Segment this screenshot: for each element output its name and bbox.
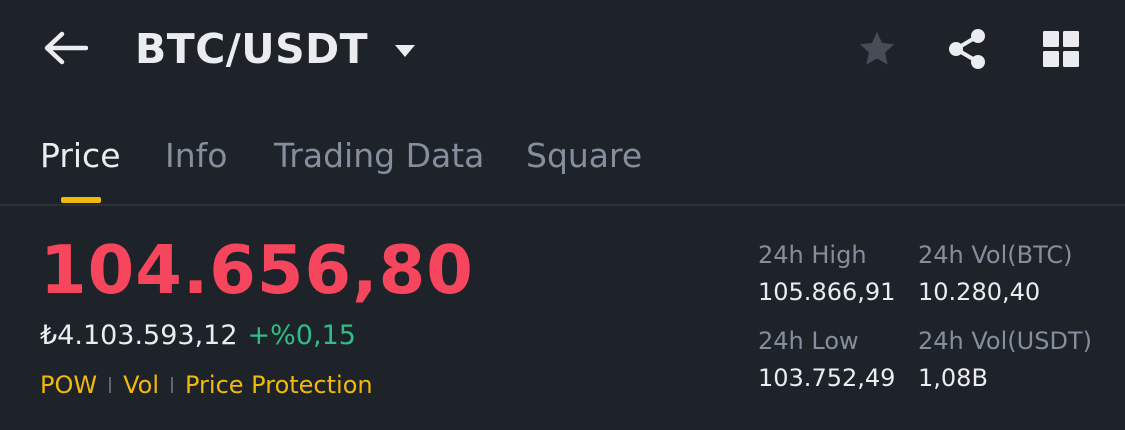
stat-vol-usdt-value: 1,08B bbox=[918, 364, 988, 392]
back-arrow-icon[interactable] bbox=[42, 30, 88, 66]
stat-vol-btc-label: 24h Vol(BTC) bbox=[918, 241, 1073, 269]
price-change: +%0,15 bbox=[247, 320, 356, 351]
pair-title: BTC/USDT bbox=[135, 25, 369, 73]
tabs-divider bbox=[0, 204, 1125, 206]
stat-low-value: 103.752,49 bbox=[758, 364, 896, 392]
tab-info[interactable]: Info bbox=[165, 134, 227, 178]
last-price: 104.656,80 bbox=[40, 231, 474, 309]
active-tab-indicator bbox=[61, 197, 101, 203]
tag-price-protection[interactable]: Price Protection bbox=[185, 368, 373, 402]
tab-trading-data[interactable]: Trading Data bbox=[274, 134, 484, 178]
star-icon[interactable] bbox=[856, 28, 898, 70]
stat-high-value: 105.866,91 bbox=[758, 278, 896, 306]
stat-low-label: 24h Low bbox=[758, 327, 859, 355]
caret-down-icon bbox=[395, 45, 416, 57]
share-icon[interactable] bbox=[944, 26, 990, 72]
tag-vol[interactable]: Vol bbox=[123, 368, 159, 402]
market-detail-screen: BTC/USDT Price Info Trading Data Square … bbox=[0, 0, 1125, 430]
pair-selector[interactable]: BTC/USDT bbox=[135, 24, 416, 74]
stat-vol-btc-value: 10.280,40 bbox=[918, 278, 1041, 306]
tab-square[interactable]: Square bbox=[526, 134, 642, 178]
tab-price[interactable]: Price bbox=[40, 134, 121, 178]
fiat-line: ₺4.103.593,12 +%0,15 bbox=[40, 318, 356, 354]
stat-high-label: 24h High bbox=[758, 241, 867, 269]
tag-separator bbox=[171, 377, 173, 393]
grid-icon[interactable] bbox=[1042, 30, 1080, 68]
stat-vol-usdt-label: 24h Vol(USDT) bbox=[918, 327, 1092, 355]
tag-row: POW Vol Price Protection bbox=[40, 368, 373, 402]
fiat-price: ₺4.103.593,12 bbox=[40, 320, 238, 351]
tag-separator bbox=[109, 377, 112, 393]
tag-pow[interactable]: POW bbox=[40, 368, 97, 402]
